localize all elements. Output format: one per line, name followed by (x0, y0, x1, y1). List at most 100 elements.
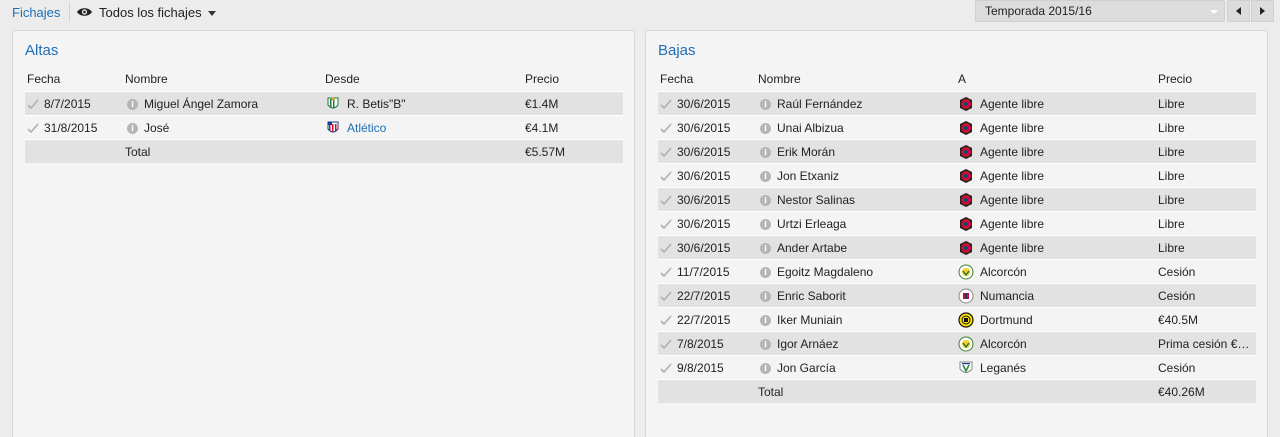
info-icon[interactable]: i (127, 98, 138, 110)
price-cell: €1.4M (525, 92, 623, 116)
player-name[interactable]: Nestor Salinas (777, 193, 855, 207)
player-cell[interactable]: i Igor Arnáez (758, 332, 956, 356)
info-icon[interactable]: i (760, 98, 771, 110)
column-header-price[interactable]: Precio (1158, 67, 1256, 91)
club-cell[interactable]: Agente libre (958, 92, 1156, 116)
info-icon[interactable]: i (760, 266, 771, 278)
table-row[interactable]: 11/7/2015 i Egoitz Magdaleno Alcorcón Cesión (658, 259, 1256, 283)
info-icon[interactable]: i (760, 122, 771, 134)
player-cell[interactable]: i Nestor Salinas (758, 188, 956, 212)
column-header-from[interactable]: Desde (325, 67, 523, 91)
column-header-to[interactable]: A (958, 67, 1156, 91)
table-row[interactable]: 22/7/2015 i Iker Muniain Dortmund €40.5M (658, 307, 1256, 331)
view-filter-dropdown[interactable]: Todos los fichajes (76, 4, 216, 20)
next-season-button[interactable] (1251, 0, 1274, 22)
player-name[interactable]: José (144, 121, 169, 135)
table-row[interactable]: 30/6/2015 i Erik Morán Agente libre Libre (658, 139, 1256, 163)
club-name[interactable]: Alcorcón (980, 337, 1027, 351)
club-cell[interactable]: Alcorcón (958, 260, 1156, 284)
player-name[interactable]: Egoitz Magdaleno (777, 265, 873, 279)
club-cell[interactable]: Agente libre (958, 236, 1156, 260)
club-name[interactable]: Agente libre (980, 241, 1044, 255)
info-icon[interactable]: i (127, 122, 138, 134)
player-name[interactable]: Miguel Ángel Zamora (144, 97, 258, 111)
club-name[interactable]: Leganés (980, 361, 1026, 375)
table-row[interactable]: 8/7/2015 i Miguel Ángel Zamora R. Betis"B" €… (25, 91, 623, 115)
column-header-name[interactable]: Nombre (758, 67, 956, 91)
club-cell[interactable]: Alcorcón (958, 332, 1156, 356)
player-cell[interactable]: i Iker Muniain (758, 308, 956, 332)
table-row[interactable]: 30/6/2015 i Urtzi Erleaga Agente libre Libre (658, 211, 1256, 235)
info-icon[interactable]: i (760, 314, 771, 326)
club-name[interactable]: Atlético (347, 121, 386, 135)
player-cell[interactable]: i Erik Morán (758, 140, 956, 164)
club-name[interactable]: Numancia (980, 289, 1034, 303)
column-header-name[interactable]: Nombre (125, 67, 323, 91)
info-icon[interactable]: i (760, 242, 771, 254)
player-name[interactable]: Raúl Fernández (777, 97, 862, 111)
player-name[interactable]: Erik Morán (777, 145, 835, 159)
player-cell[interactable]: i Unai Albizua (758, 116, 956, 140)
club-cell[interactable]: Numancia (958, 284, 1156, 308)
club-name[interactable]: Agente libre (980, 121, 1044, 135)
season-select[interactable]: Temporada 2015/16 (975, 0, 1225, 22)
table-row[interactable]: 30/6/2015 i Raúl Fernández Agente libre Libr… (658, 91, 1256, 115)
column-header-date[interactable]: Fecha (660, 67, 756, 91)
club-cell[interactable]: Agente libre (958, 164, 1156, 188)
player-cell[interactable]: i Jon García (758, 356, 956, 380)
club-cell[interactable]: Leganés (958, 356, 1156, 380)
info-icon[interactable]: i (760, 170, 771, 182)
table-row[interactable]: 30/6/2015 i Ander Artabe Agente libre Libre (658, 235, 1256, 259)
column-header-price[interactable]: Precio (525, 67, 623, 91)
player-cell[interactable]: i Urtzi Erleaga (758, 212, 956, 236)
player-cell[interactable]: i Enric Saborit (758, 284, 956, 308)
info-icon[interactable]: i (760, 290, 771, 302)
player-cell[interactable]: i Ander Artabe (758, 236, 956, 260)
player-name[interactable]: Jon García (777, 361, 836, 375)
info-icon[interactable]: i (760, 338, 771, 350)
info-icon[interactable]: i (760, 218, 771, 230)
player-cell[interactable]: i Jon Etxaniz (758, 164, 956, 188)
table-row[interactable]: 22/7/2015 i Enric Saborit Numancia Cesión (658, 283, 1256, 307)
table-row[interactable]: 7/8/2015 i Igor Arnáez Alcorcón Prima cesión… (658, 331, 1256, 355)
table-row[interactable]: 30/6/2015 i Nestor Salinas Agente libre Libr… (658, 187, 1256, 211)
player-name[interactable]: Igor Arnáez (777, 337, 838, 351)
player-name[interactable]: Unai Albizua (777, 121, 844, 135)
club-cell[interactable]: Atlético (325, 116, 523, 140)
previous-season-button[interactable] (1227, 0, 1250, 22)
player-cell[interactable]: i Egoitz Magdaleno (758, 260, 956, 284)
club-name[interactable]: Agente libre (980, 193, 1044, 207)
arrow-left-icon (1236, 7, 1241, 15)
club-name[interactable]: Dortmund (980, 313, 1033, 327)
club-name[interactable]: Agente libre (980, 169, 1044, 183)
club-name[interactable]: Agente libre (980, 97, 1044, 111)
info-icon[interactable]: i (760, 362, 771, 374)
club-name[interactable]: Alcorcón (980, 265, 1027, 279)
column-header-date[interactable]: Fecha (27, 67, 123, 91)
player-name[interactable]: Ander Artabe (777, 241, 847, 255)
player-name[interactable]: Iker Muniain (777, 313, 842, 327)
player-name[interactable]: Urtzi Erleaga (777, 217, 846, 231)
player-cell[interactable]: i José (125, 116, 323, 140)
table-row[interactable]: 9/8/2015 i Jon García Leganés Cesión (658, 355, 1256, 379)
club-name[interactable]: Agente libre (980, 217, 1044, 231)
club-cell[interactable]: Agente libre (958, 188, 1156, 212)
table-row[interactable]: 31/8/2015 i José Atlético €4.1M (25, 115, 623, 139)
club-name[interactable]: Agente libre (980, 145, 1044, 159)
club-cell[interactable]: R. Betis"B" (325, 92, 523, 116)
total-row: Total €5.57M (25, 139, 623, 163)
table-row[interactable]: 30/6/2015 i Jon Etxaniz Agente libre Libre (658, 163, 1256, 187)
club-cell[interactable]: Agente libre (958, 140, 1156, 164)
player-cell[interactable]: i Miguel Ángel Zamora (125, 92, 323, 116)
info-icon[interactable]: i (760, 194, 771, 206)
player-name[interactable]: Enric Saborit (777, 289, 846, 303)
player-cell[interactable]: i Raúl Fernández (758, 92, 956, 116)
table-row[interactable]: 30/6/2015 i Unai Albizua Agente libre Libre (658, 115, 1256, 139)
player-name[interactable]: Jon Etxaniz (777, 169, 839, 183)
club-name[interactable]: R. Betis"B" (347, 97, 406, 111)
info-icon[interactable]: i (760, 146, 771, 158)
club-cell[interactable]: Dortmund (958, 308, 1156, 332)
club-cell[interactable]: Agente libre (958, 212, 1156, 236)
club-cell[interactable]: Agente libre (958, 116, 1156, 140)
tab-fichajes[interactable]: Fichajes (12, 5, 60, 20)
